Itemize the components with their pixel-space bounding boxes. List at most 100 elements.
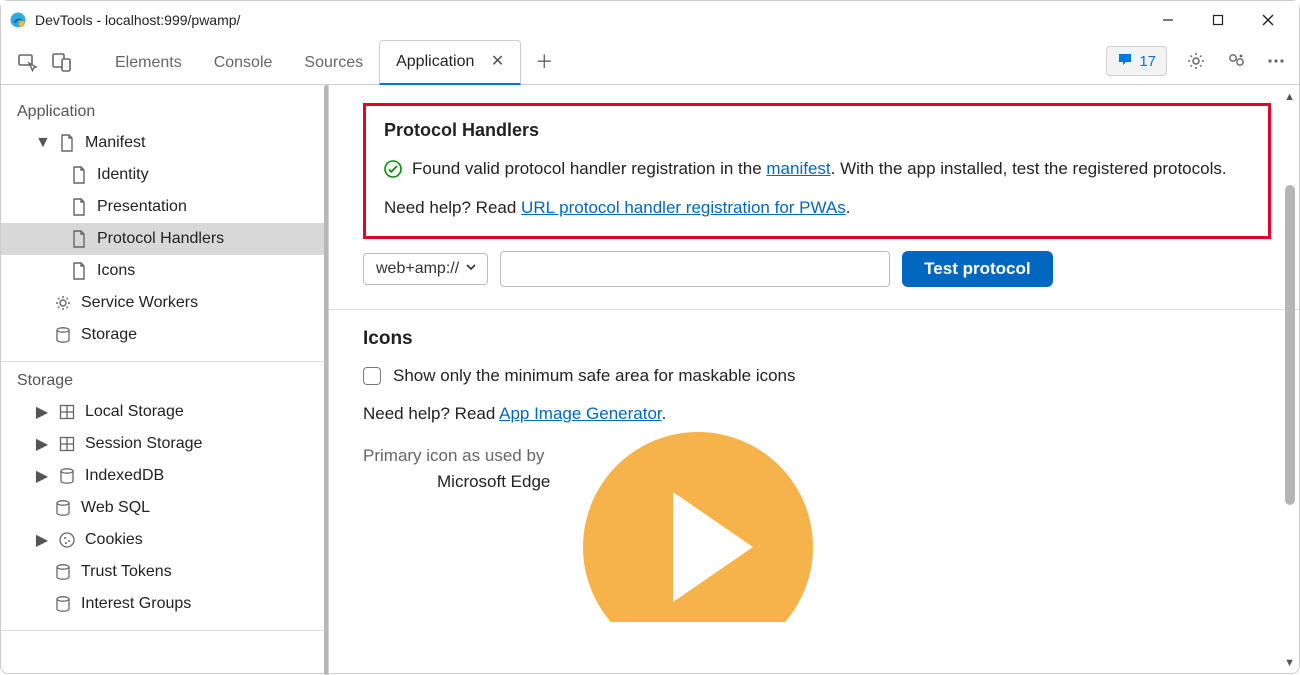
database-icon bbox=[53, 562, 73, 582]
minimize-button[interactable] bbox=[1157, 9, 1179, 31]
maskable-checkbox[interactable] bbox=[363, 367, 381, 385]
manifest-link[interactable]: manifest bbox=[766, 159, 830, 178]
device-toggle-icon[interactable] bbox=[47, 47, 77, 77]
help-dot: . bbox=[846, 198, 851, 217]
icons-heading: Icons bbox=[363, 328, 1271, 350]
sidebar-item-trust-tokens[interactable]: Trust Tokens bbox=[1, 556, 328, 588]
window-title: DevTools - localhost:999/pwamp/ bbox=[35, 12, 240, 28]
activity-icon[interactable] bbox=[1225, 50, 1247, 72]
protocol-handlers-heading: Protocol Handlers bbox=[384, 120, 1250, 141]
inspect-element-icon[interactable] bbox=[13, 47, 43, 77]
tree-label: Manifest bbox=[85, 134, 145, 152]
test-protocol-row: web+amp:// Test protocol bbox=[363, 251, 1271, 287]
app-primary-icon bbox=[583, 432, 813, 622]
scroll-up-arrow-icon[interactable]: ▲ bbox=[1284, 91, 1295, 103]
tree-label: Storage bbox=[81, 326, 137, 344]
tab-sources[interactable]: Sources bbox=[288, 44, 379, 84]
sidebar-item-identity[interactable]: Identity bbox=[1, 159, 328, 191]
scroll-down-arrow-icon[interactable]: ▼ bbox=[1284, 657, 1295, 669]
document-icon bbox=[69, 261, 89, 281]
tree-label: Cookies bbox=[85, 531, 143, 549]
edge-devtools-icon bbox=[9, 11, 27, 29]
application-sidebar: Application ▼ Manifest Identity Presenta… bbox=[1, 85, 329, 675]
sidebar-item-local-storage[interactable]: ▶ Local Storage bbox=[1, 396, 328, 428]
tab-close-icon[interactable]: ✕ bbox=[491, 53, 504, 70]
grid-icon bbox=[57, 434, 77, 454]
sidebar-item-cookies[interactable]: ▶ Cookies bbox=[1, 524, 328, 556]
sidebar-item-indexeddb[interactable]: ▶ IndexedDB bbox=[1, 460, 328, 492]
tree-label: Identity bbox=[97, 166, 149, 184]
tree-label: Presentation bbox=[97, 198, 187, 216]
grid-icon bbox=[57, 402, 77, 422]
scrollbar-thumb[interactable] bbox=[1285, 185, 1295, 505]
help-text: Need help? Read URL protocol handler reg… bbox=[384, 198, 1250, 218]
sidebar-item-service-workers[interactable]: Service Workers bbox=[1, 287, 328, 319]
protocol-handlers-status: Found valid protocol handler registratio… bbox=[384, 155, 1250, 188]
content-pane: ▲ ▼ Protocol Handlers Found valid protoc… bbox=[329, 85, 1299, 675]
tab-console[interactable]: Console bbox=[198, 44, 289, 84]
issues-badge[interactable]: 17 bbox=[1106, 46, 1167, 76]
protocol-url-input[interactable] bbox=[500, 251, 890, 287]
tree-label: Local Storage bbox=[85, 403, 184, 421]
issues-count: 17 bbox=[1139, 53, 1156, 70]
devtools-tabstrip: Elements Console Sources Application ✕ ＋… bbox=[1, 39, 1299, 85]
divider bbox=[1, 630, 328, 631]
status-post: . With the app installed, test the regis… bbox=[831, 159, 1227, 178]
tab-elements[interactable]: Elements bbox=[99, 44, 198, 84]
sidebar-item-session-storage[interactable]: ▶ Session Storage bbox=[1, 428, 328, 460]
help-pre: Need help? Read bbox=[363, 404, 499, 423]
protocol-handlers-panel: Protocol Handlers Found valid protocol h… bbox=[363, 103, 1271, 239]
edge-label: Microsoft Edge bbox=[437, 472, 1271, 492]
add-tab-button[interactable]: ＋ bbox=[521, 38, 567, 84]
sidebar-item-web-sql[interactable]: Web SQL bbox=[1, 492, 328, 524]
document-icon bbox=[57, 133, 77, 153]
help-dot: . bbox=[662, 404, 667, 423]
tab-label: Elements bbox=[115, 54, 182, 71]
document-icon bbox=[69, 165, 89, 185]
checkbox-label: Show only the minimum safe area for mask… bbox=[393, 366, 796, 386]
tree-label: IndexedDB bbox=[85, 467, 164, 485]
help-pre: Need help? Read bbox=[384, 198, 521, 217]
feedback-icon bbox=[1117, 51, 1133, 71]
sidebar-item-presentation[interactable]: Presentation bbox=[1, 191, 328, 223]
check-circle-icon bbox=[384, 159, 402, 188]
expand-icon[interactable]: ▶ bbox=[35, 530, 49, 550]
settings-icon[interactable] bbox=[1185, 50, 1207, 72]
status-pre: Found valid protocol handler registratio… bbox=[412, 159, 766, 178]
protocol-selected-value: web+amp:// bbox=[376, 260, 459, 278]
tree-label: Session Storage bbox=[85, 435, 202, 453]
maskable-checkbox-row: Show only the minimum safe area for mask… bbox=[363, 366, 1271, 386]
sidebar-item-interest-groups[interactable]: Interest Groups bbox=[1, 588, 328, 620]
database-icon bbox=[53, 325, 73, 345]
more-icon[interactable] bbox=[1265, 50, 1287, 72]
sidebar-item-manifest[interactable]: ▼ Manifest bbox=[1, 127, 328, 159]
window-controls bbox=[1157, 9, 1279, 31]
divider bbox=[329, 309, 1299, 310]
tree-label: Trust Tokens bbox=[81, 563, 172, 581]
test-protocol-button[interactable]: Test protocol bbox=[902, 251, 1052, 287]
help-link[interactable]: URL protocol handler registration for PW… bbox=[521, 198, 846, 217]
expand-icon[interactable]: ▶ bbox=[35, 466, 49, 486]
expand-icon[interactable]: ▶ bbox=[35, 434, 49, 454]
image-generator-link[interactable]: App Image Generator bbox=[499, 404, 662, 423]
database-icon bbox=[53, 594, 73, 614]
sidebar-item-icons[interactable]: Icons bbox=[1, 255, 328, 287]
protocol-select[interactable]: web+amp:// bbox=[363, 253, 488, 285]
tab-label: Sources bbox=[304, 54, 363, 71]
sidebar-item-protocol-handlers[interactable]: Protocol Handlers bbox=[1, 223, 328, 255]
maximize-button[interactable] bbox=[1207, 9, 1229, 31]
sidebar-section-application: Application bbox=[1, 93, 328, 127]
tree-label: Icons bbox=[97, 262, 135, 280]
tree-label: Service Workers bbox=[81, 294, 198, 312]
expand-icon[interactable]: ▶ bbox=[35, 402, 49, 422]
tab-label: Application bbox=[396, 53, 474, 70]
close-button[interactable] bbox=[1257, 9, 1279, 31]
sidebar-section-storage: Storage bbox=[1, 362, 328, 396]
database-icon bbox=[53, 498, 73, 518]
cookie-icon bbox=[57, 530, 77, 550]
expand-icon[interactable]: ▼ bbox=[35, 134, 49, 152]
gear-icon bbox=[53, 293, 73, 313]
primary-icon-label: Primary icon as used by bbox=[363, 446, 1271, 466]
sidebar-item-storage[interactable]: Storage bbox=[1, 319, 328, 351]
tab-application[interactable]: Application ✕ bbox=[379, 40, 521, 85]
